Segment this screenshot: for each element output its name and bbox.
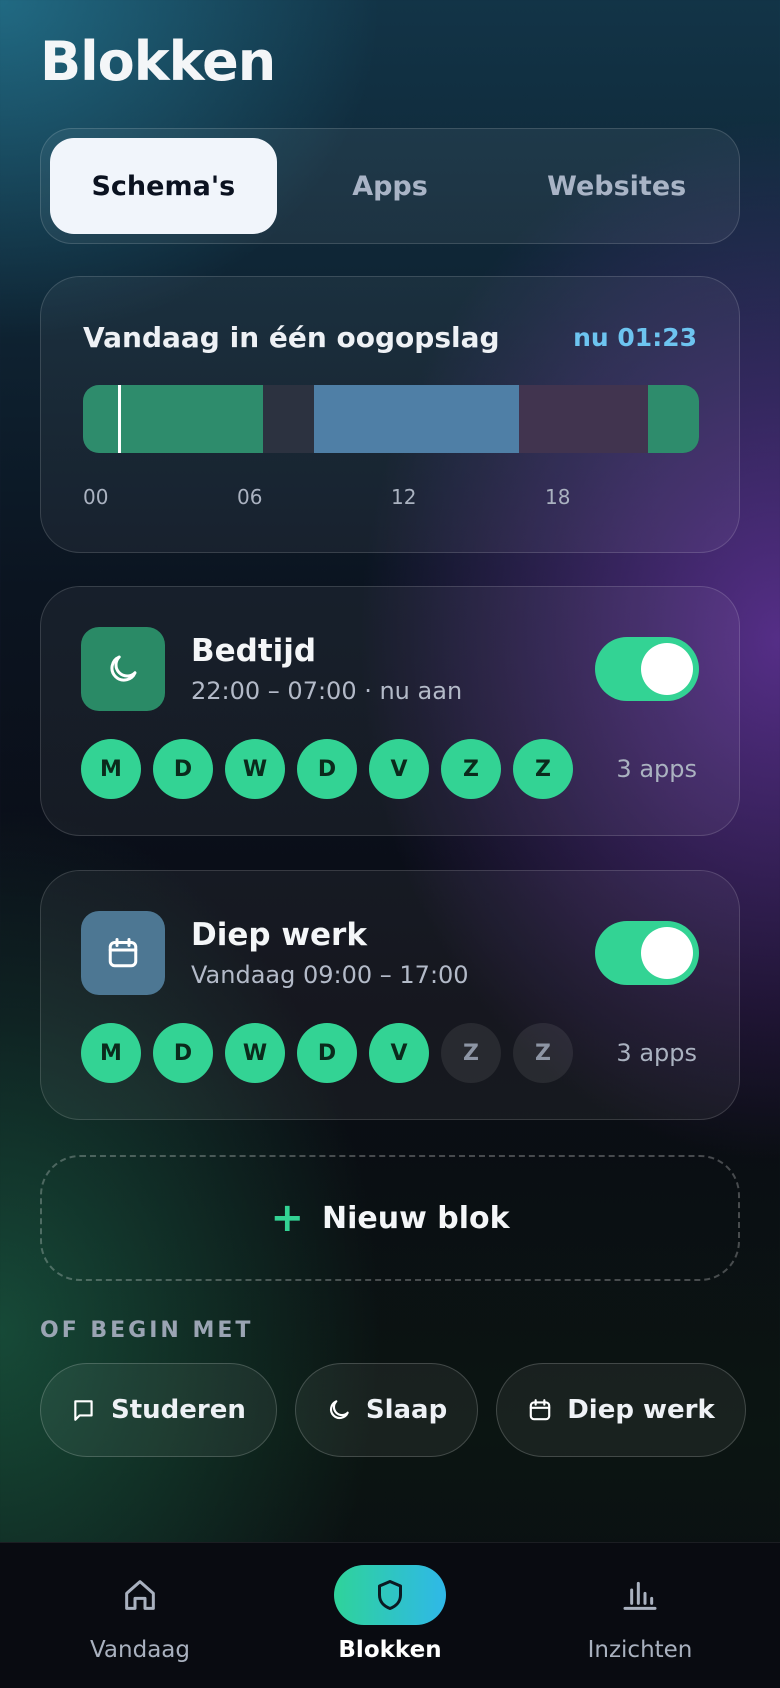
day-chip[interactable]: Z [513,1023,573,1083]
day-chip[interactable]: Z [513,739,573,799]
nav-item-vandaag[interactable]: Vandaag [40,1543,240,1688]
shield-icon [334,1565,446,1625]
templates-heading: OF BEGIN MET [40,1318,254,1343]
bottom-nav: Vandaag Blokken Inzichten [0,1542,780,1688]
book-icon [74,1400,93,1421]
day-chip[interactable]: W [225,1023,285,1083]
schedule-time: Vandaag 09:00 – 17:00 [191,961,469,989]
day-chip[interactable]: D [297,739,357,799]
toggle-knob [641,643,693,695]
tab-websites[interactable]: Websites [503,138,730,234]
home-icon [84,1565,196,1625]
template-studeren[interactable]: Studeren [40,1363,277,1457]
tab-schemas[interactable]: Schema's [50,138,277,234]
timeline-segment [314,385,520,453]
timeline-segment [519,385,648,453]
template-slaap[interactable]: Slaap [294,1363,479,1457]
timeline-tick: 06 [237,485,263,509]
timeline-segment [262,385,314,453]
schedule-toggle[interactable] [595,921,699,985]
bar-chart-icon [584,1565,696,1625]
timeline-segment [83,385,263,453]
template-diep-werk[interactable]: Diep werk [496,1363,746,1457]
day-selector: M D W D V Z Z [81,1023,573,1083]
nav-label: Blokken [338,1637,442,1663]
schedule-time: 22:00 – 07:00 · nu aan [191,677,463,705]
timeline-segment [647,385,699,453]
day-chip[interactable]: Z [441,739,501,799]
toggle-knob [641,927,693,979]
nav-label: Vandaag [89,1637,190,1663]
timeline-tick: 18 [545,485,571,509]
schedule-name: Diep werk [191,917,367,953]
template-label: Slaap [365,1395,448,1425]
day-chip[interactable]: W [225,739,285,799]
day-chip[interactable]: Z [441,1023,501,1083]
nav-item-blokken[interactable]: Blokken [290,1543,490,1688]
day-chip[interactable]: D [153,1023,213,1083]
overview-title: Vandaag in één oogopslag [83,321,500,354]
timeline-now-marker [118,385,122,453]
day-chip[interactable]: V [369,739,429,799]
day-chip[interactable]: D [153,739,213,799]
template-chips: Studeren Slaap Diep werk [40,1363,746,1457]
calendar-icon [81,911,165,995]
schedule-name: Bedtijd [191,633,317,669]
apps-count: 3 apps [616,755,697,783]
tab-apps[interactable]: Apps [277,138,504,234]
template-label: Diep werk [567,1395,715,1425]
tab-switcher: Schema's Apps Websites [40,128,740,244]
moon-icon [329,1400,349,1420]
day-chip[interactable]: M [81,1023,141,1083]
page-title: Blokken [40,30,276,93]
new-block-label: Nieuw blok [321,1200,510,1236]
day-chip[interactable]: D [297,1023,357,1083]
day-chip[interactable]: V [369,1023,429,1083]
current-time-label: nu 01:23 [573,323,697,352]
schedule-card-bedtijd[interactable]: Bedtijd 22:00 – 07:00 · nu aan M D W D V… [40,586,740,836]
nav-label: Inzichten [587,1637,693,1663]
timeline-tick: 12 [391,485,417,509]
moon-icon [81,627,165,711]
day-selector: M D W D V Z Z [81,739,573,799]
today-overview-card: Vandaag in één oogopslag nu 01:23 00 06 … [40,276,740,553]
nav-item-inzichten[interactable]: Inzichten [540,1543,740,1688]
timeline-tick: 00 [83,485,109,509]
calendar-icon [529,1399,551,1421]
day-timeline [83,385,699,453]
day-chip[interactable]: M [81,739,141,799]
plus-icon: + [270,1195,304,1241]
apps-count: 3 apps [616,1039,697,1067]
schedule-toggle[interactable] [595,637,699,701]
schedule-card-diep-werk[interactable]: Diep werk Vandaag 09:00 – 17:00 M D W D … [40,870,740,1120]
new-block-button[interactable]: + Nieuw blok [40,1155,740,1281]
template-label: Studeren [111,1395,246,1425]
